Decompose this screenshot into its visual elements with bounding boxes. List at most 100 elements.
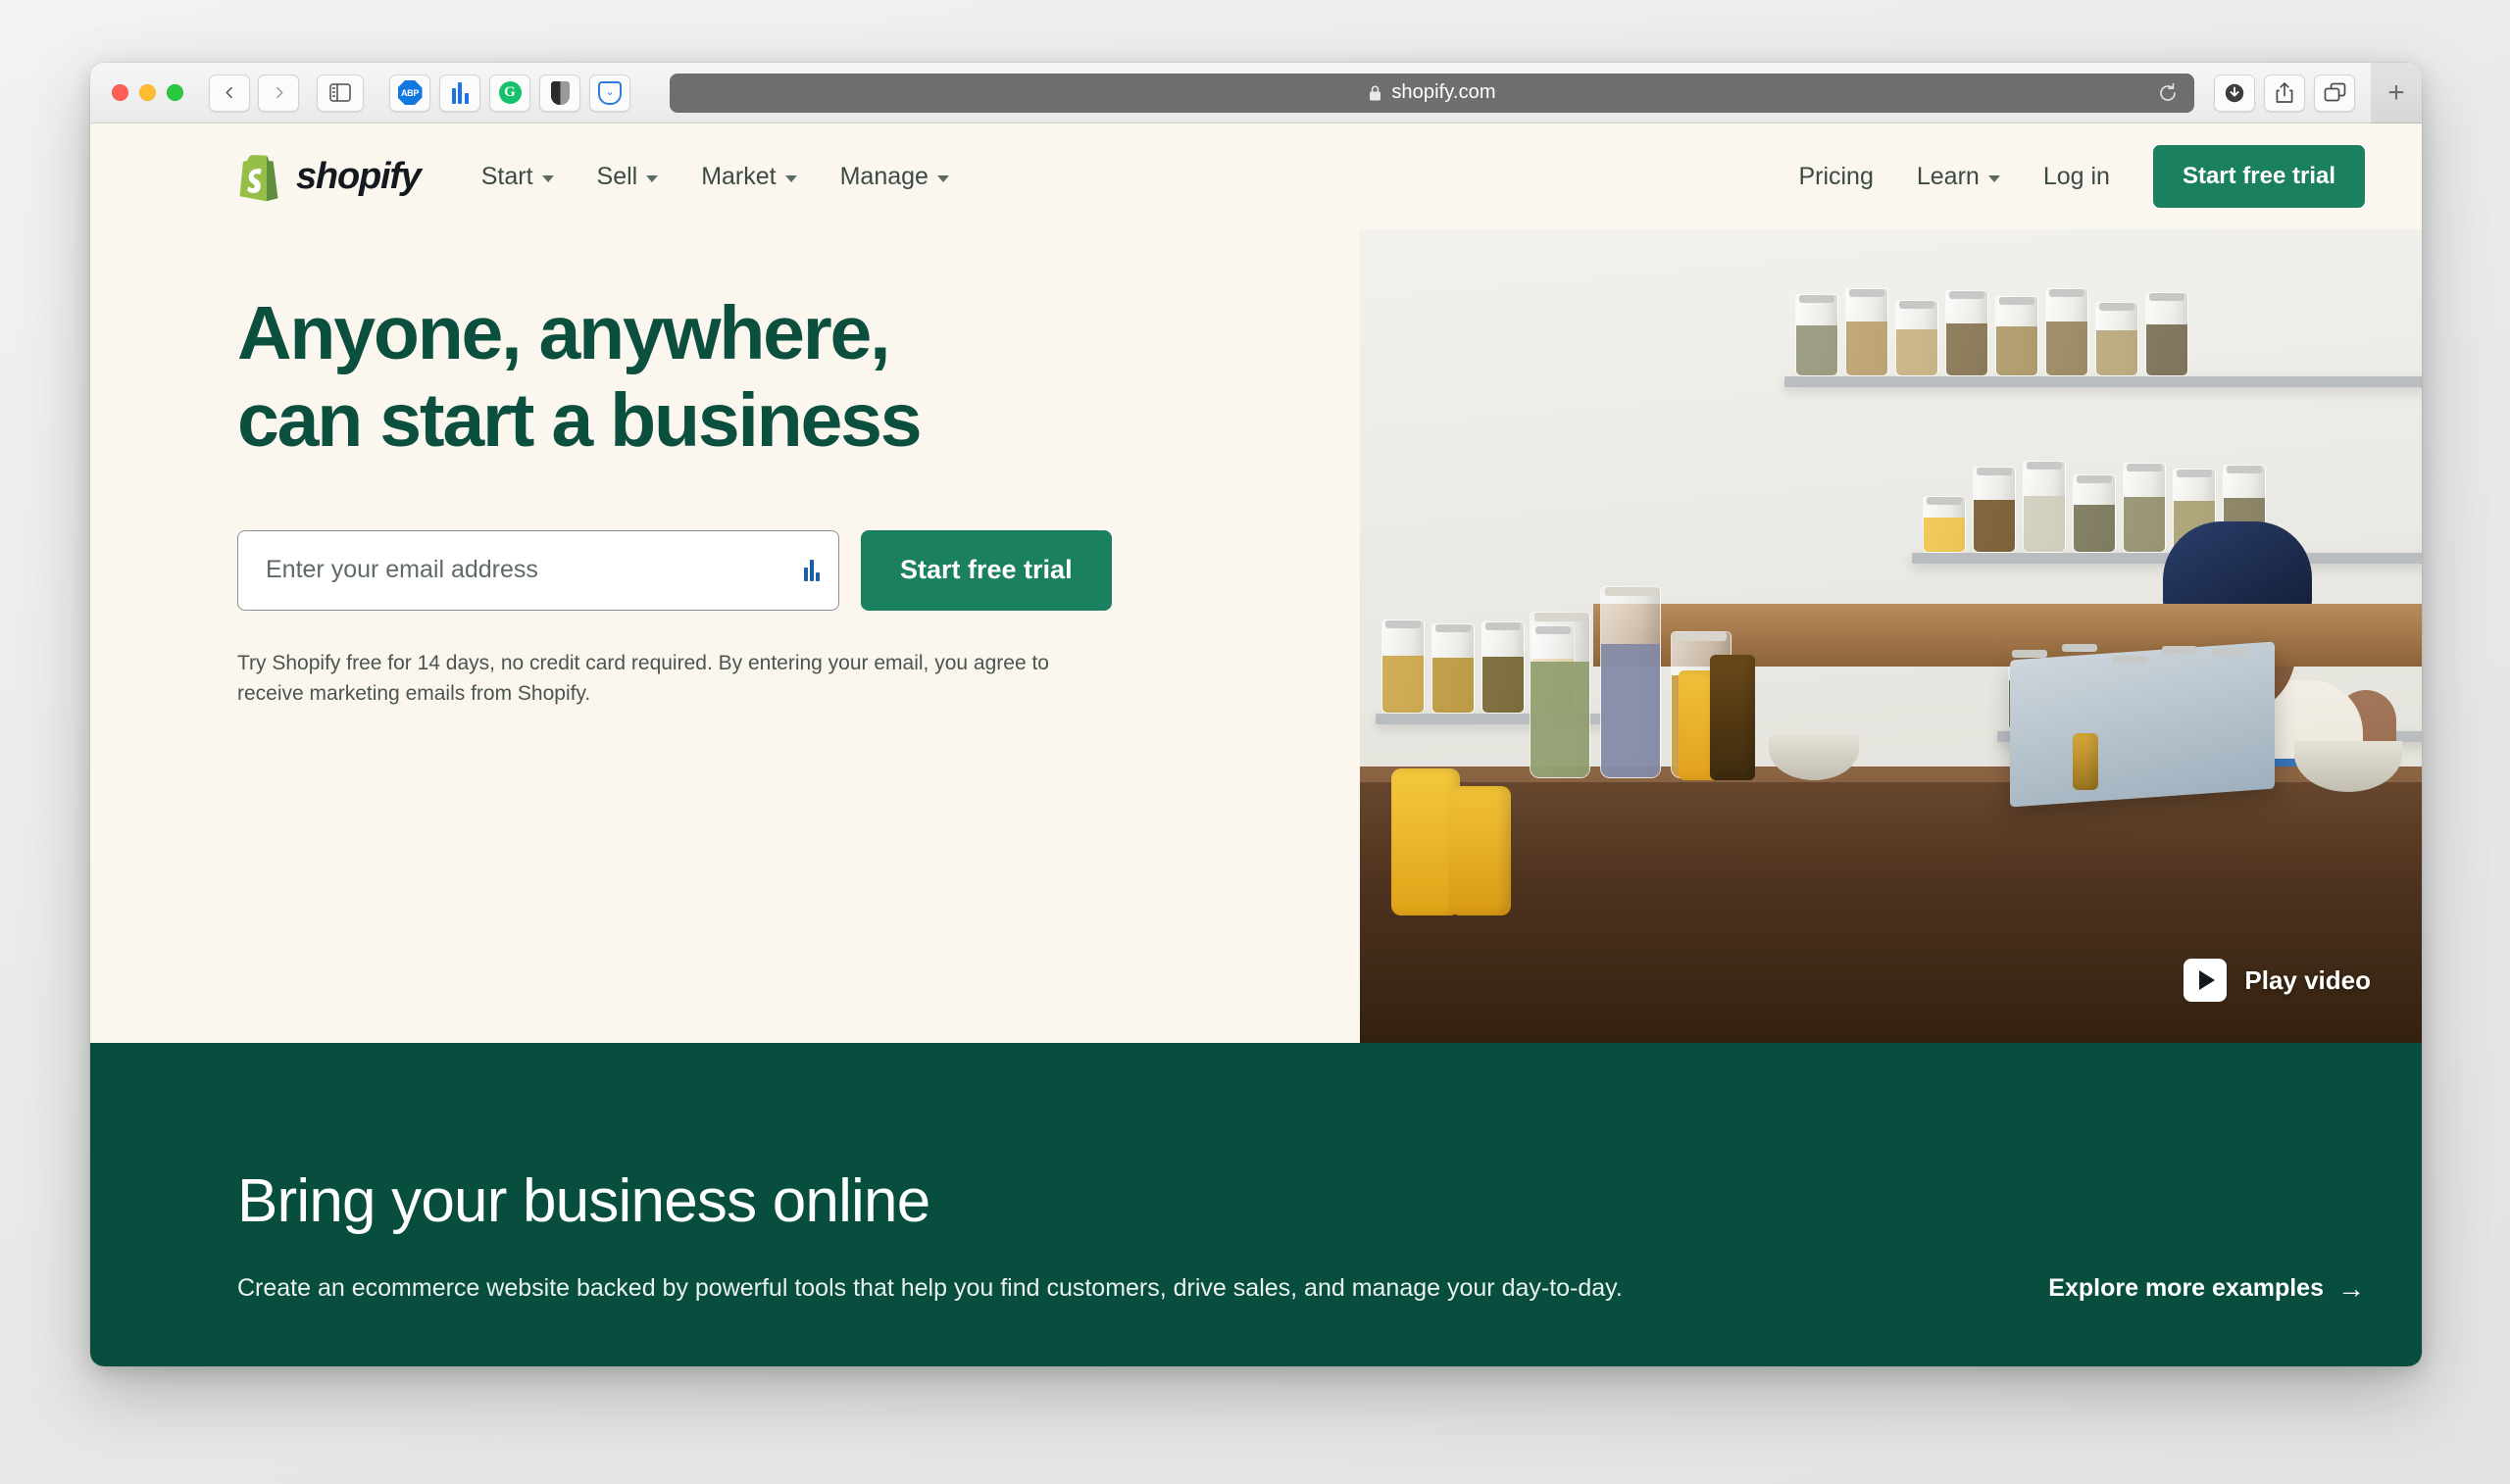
audio-extension-button[interactable]	[439, 74, 480, 112]
nav-item-login[interactable]: Log in	[2043, 163, 2110, 191]
adblock-plus-button[interactable]: ABP	[389, 74, 430, 112]
sidebar-toggle-button[interactable]	[317, 74, 364, 112]
autofill-icon[interactable]	[804, 559, 820, 581]
nav-item-pricing[interactable]: Pricing	[1798, 163, 1873, 191]
page-title: Anyone, anywhere, can start a business	[237, 290, 1218, 466]
extension-buttons: ABP G ⌄	[389, 74, 630, 112]
jar	[1530, 612, 1591, 778]
close-window-button[interactable]	[112, 84, 128, 101]
minimize-window-button[interactable]	[139, 84, 156, 101]
jar	[1795, 294, 1839, 376]
address-bar[interactable]: shopify.com	[670, 73, 2194, 113]
nav-item-learn-label: Learn	[1916, 162, 1980, 190]
signup-disclaimer: Try Shopify free for 14 days, no credit …	[237, 651, 1049, 706]
jar	[1922, 496, 1966, 553]
header-start-free-trial-button[interactable]: Start free trial	[2152, 145, 2365, 208]
grammarly-icon: G	[498, 81, 522, 104]
nav-item-manage-label: Manage	[839, 162, 929, 190]
tab-overview-icon	[2324, 82, 2345, 102]
chevron-left-icon	[226, 86, 232, 99]
jar	[2122, 463, 2166, 553]
section-title: Bring your business online	[237, 1167, 930, 1235]
nav-item-market[interactable]: Market	[701, 162, 797, 191]
explore-more-examples-link[interactable]: Explore more examples →	[2048, 1274, 2365, 1303]
small-bottle	[2073, 733, 2098, 790]
tab-overview-button[interactable]	[2314, 74, 2355, 112]
hero-title-line1: Anyone, anywhere,	[237, 291, 891, 375]
play-video-button[interactable]: Play video	[2184, 959, 2371, 1002]
play-video-label: Play video	[2244, 965, 2371, 995]
nav-item-sell[interactable]: Sell	[597, 163, 659, 191]
pocket-button[interactable]: ⌄	[589, 74, 630, 112]
hero-photo: Play video	[1360, 229, 2422, 1043]
hero-start-free-trial-button[interactable]: Start free trial	[861, 529, 1112, 611]
email-input[interactable]	[237, 529, 839, 611]
reload-icon	[2160, 82, 2176, 101]
shopify-logo[interactable]: shopify	[237, 151, 422, 202]
nav-item-market-label: Market	[701, 162, 777, 190]
nav-item-start[interactable]: Start	[481, 163, 554, 191]
explore-more-examples-label: Explore more examples	[2048, 1274, 2324, 1302]
jar	[2095, 302, 2139, 376]
primary-nav: Start Sell Market Manage	[481, 163, 949, 191]
share-icon	[2276, 82, 2293, 103]
nav-item-login-label: Log in	[2042, 162, 2110, 190]
hero-title-line2: can start a business	[237, 378, 923, 464]
sidebar-icon	[329, 83, 351, 102]
lock-icon	[1368, 84, 1382, 102]
new-tab-button[interactable]: +	[2371, 63, 2422, 124]
chevron-down-icon	[936, 174, 949, 182]
site-navigation: shopify Start Sell Market Manage Pricing…	[90, 124, 2422, 229]
downloads-button[interactable]	[2214, 74, 2255, 112]
section-footer: Create an ecommerce website backed by po…	[237, 1271, 2365, 1306]
section-subtitle: Create an ecommerce website backed by po…	[237, 1274, 1623, 1302]
shelf-top-jars	[1795, 288, 2189, 376]
laptop	[2010, 641, 2275, 808]
dark-reader-icon	[550, 80, 570, 105]
nav-item-learn[interactable]: Learn	[1917, 163, 2000, 191]
shopify-logo-text: shopify	[296, 155, 422, 197]
chevron-right-icon	[276, 86, 282, 99]
jar	[1945, 290, 1989, 376]
signup-form: Start free trial	[237, 529, 1360, 611]
dark-reader-button[interactable]	[539, 74, 580, 112]
address-bar-url: shopify.com	[1391, 81, 1496, 103]
forward-button[interactable]	[258, 74, 299, 112]
adblock-plus-icon: ABP	[397, 80, 423, 105]
nav-item-pricing-label: Pricing	[1798, 162, 1874, 190]
jar	[1431, 623, 1475, 714]
shelf-top	[1784, 376, 2422, 387]
nav-item-sell-label: Sell	[596, 162, 638, 190]
secondary-nav: Pricing Learn Log in Start free trial	[1798, 145, 2365, 208]
play-icon	[2184, 959, 2228, 1002]
jar	[1845, 288, 1889, 376]
email-field-wrapper	[237, 529, 839, 611]
grammarly-button[interactable]: G	[489, 74, 530, 112]
pocket-icon: ⌄	[598, 80, 622, 105]
downloads-icon	[2225, 83, 2244, 102]
jar	[1380, 619, 1425, 714]
maximize-window-button[interactable]	[167, 84, 183, 101]
arrow-right-icon: →	[2337, 1272, 2365, 1304]
jar	[2145, 292, 2189, 376]
shopify-bag-icon	[239, 155, 278, 202]
back-button[interactable]	[209, 74, 250, 112]
nav-item-manage[interactable]: Manage	[840, 163, 949, 191]
chevron-down-icon	[784, 174, 797, 182]
chevron-down-icon	[541, 174, 554, 182]
window-controls	[112, 84, 183, 101]
toolbar-right-buttons	[2214, 74, 2355, 112]
jar	[1895, 300, 1939, 376]
audio-bars-icon	[451, 81, 469, 104]
jar	[1600, 586, 1662, 778]
jar	[1972, 467, 2016, 553]
web-page: shopify Start Sell Market Manage Pricing…	[90, 124, 2422, 1366]
hero-section: Anyone, anywhere, can start a business S…	[90, 229, 2422, 1043]
jar	[2022, 461, 2066, 553]
share-button[interactable]	[2264, 74, 2305, 112]
bottle	[1710, 655, 1756, 780]
hero-image: Play video	[1360, 229, 2422, 1043]
jar	[2045, 288, 2089, 376]
reload-button[interactable]	[2157, 82, 2179, 104]
browser-toolbar: ABP G ⌄ shopify.com +	[90, 63, 2422, 124]
